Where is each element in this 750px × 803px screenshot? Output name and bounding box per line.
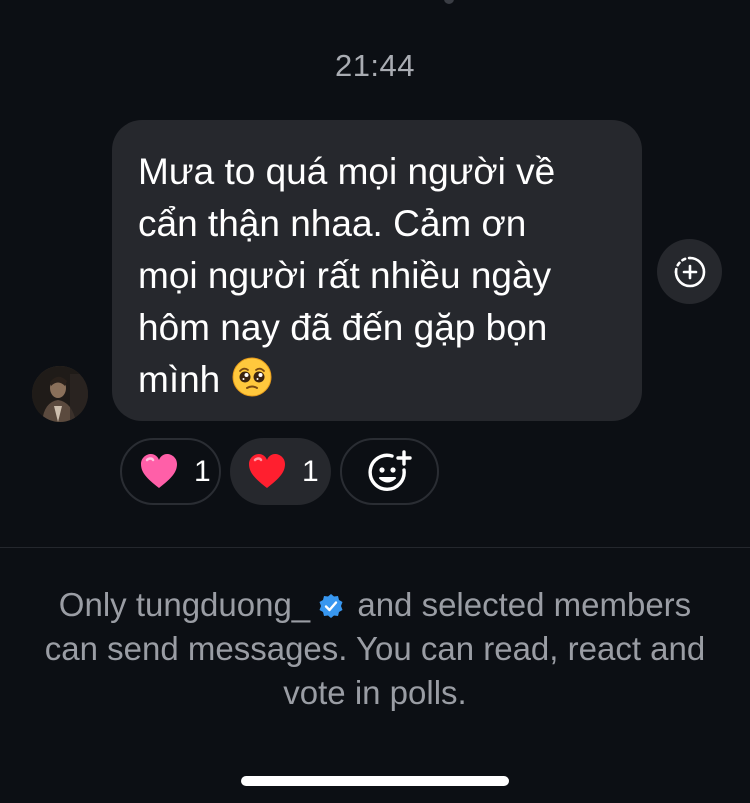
- reaction-pink-heart[interactable]: 1: [120, 438, 221, 505]
- divider: [0, 547, 750, 548]
- add-reaction-button[interactable]: [340, 438, 439, 505]
- send-restriction-notice: Only tungduong_ and selected members can…: [40, 583, 710, 715]
- scroll-hint-dot: [444, 0, 454, 4]
- add-to-story-button[interactable]: [657, 239, 722, 304]
- message-timestamp: 21:44: [334, 48, 416, 83]
- pleading-face-emoji: [232, 357, 272, 397]
- reaction-red-heart[interactable]: 1: [230, 438, 331, 505]
- notice-prefix: Only tungduong_: [58, 586, 311, 623]
- avatar-photo: [32, 366, 88, 422]
- message-body: Mưa to quá mọi người về cẩn thận nhaa. C…: [138, 151, 556, 400]
- add-to-story-icon: [674, 256, 705, 287]
- home-indicator[interactable]: [241, 776, 509, 786]
- verified-badge-icon: [319, 594, 343, 618]
- add-reaction-icon: [368, 449, 412, 491]
- message-text: Mưa to quá mọi người về cẩn thận nhaa. C…: [138, 146, 618, 406]
- red-heart-icon: [249, 453, 285, 488]
- sender-avatar[interactable]: [32, 366, 88, 422]
- message-bubble[interactable]: Mưa to quá mọi người về cẩn thận nhaa. C…: [112, 120, 642, 421]
- pink-heart-icon: [141, 453, 177, 488]
- reaction-count: 1: [302, 454, 319, 488]
- reaction-count: 1: [194, 454, 211, 488]
